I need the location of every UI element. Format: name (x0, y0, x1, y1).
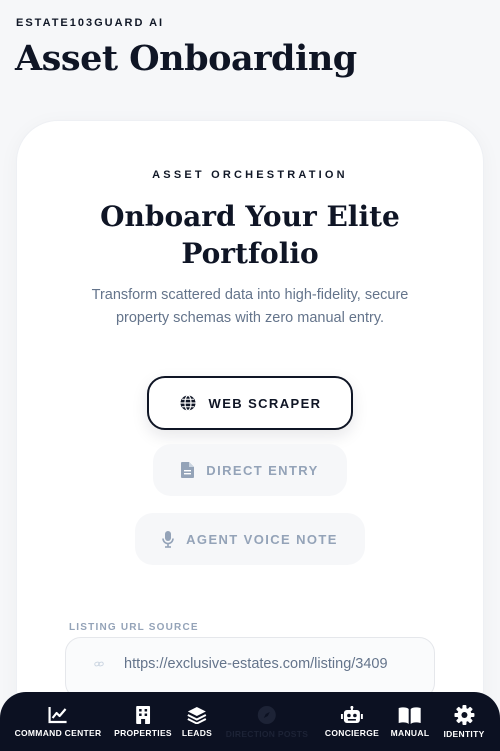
nav-item-direction-posts[interactable]: DIRECTION POSTS (226, 692, 308, 751)
nav-item-leads[interactable]: LEADS (182, 692, 212, 751)
card-headline: Onboard Your Elite Portfolio (100, 200, 400, 270)
nav-item-properties[interactable]: PROPERTIES (114, 692, 172, 751)
page-title: Asset Onboarding (15, 38, 357, 79)
section-eyebrow: ASSET ORCHESTRATION (152, 169, 348, 181)
nav-item-manual[interactable]: MANUAL (391, 692, 430, 751)
microphone-icon (162, 530, 174, 548)
link-icon (94, 661, 104, 667)
globe-icon (180, 394, 196, 412)
nav-item-concierge[interactable]: CONCIERGE (325, 692, 379, 751)
building-icon (135, 705, 150, 724)
nav-label: COMMAND CENTER (14, 727, 102, 738)
listing-url-label: LISTING URL SOURCE (69, 622, 199, 633)
gear-icon (454, 704, 474, 725)
nav-label: CONCIERGE (324, 727, 380, 738)
web-scraper-label: WEB SCRAPER (208, 395, 322, 411)
nav-label: PROPERTIES (114, 727, 172, 738)
nav-label: IDENTITY (443, 728, 485, 739)
agent-voice-note-label: AGENT VOICE NOTE (186, 531, 338, 547)
direct-entry-button[interactable]: DIRECT ENTRY (153, 444, 347, 496)
listing-url-input[interactable] (124, 656, 424, 680)
card-subtitle: Transform scattered data into high-fidel… (91, 287, 409, 326)
nav-label: MANUAL (390, 727, 430, 738)
nav-item-command-center[interactable]: COMMAND CENTER (15, 692, 102, 751)
robot-icon (341, 705, 363, 723)
nav-label: LEADS (181, 727, 213, 738)
nav-item-identity[interactable]: IDENTITY (443, 692, 484, 751)
agent-voice-note-button[interactable]: AGENT VOICE NOTE (135, 513, 365, 565)
direct-entry-label: DIRECT ENTRY (206, 462, 319, 478)
nav-label: DIRECTION POSTS (225, 728, 309, 739)
document-icon (181, 462, 195, 478)
layers-icon (187, 706, 207, 724)
brand-name: ESTATE103GUARD AI (16, 17, 165, 29)
chart-line-icon (48, 706, 67, 723)
book-icon (398, 706, 421, 724)
web-scraper-button[interactable]: WEB SCRAPER (147, 376, 353, 430)
bottom-navigation: COMMAND CENTER PROPERTIES LEADS DIRECTIO… (0, 692, 500, 751)
listing-url-field[interactable] (65, 637, 435, 699)
compass-icon (258, 705, 276, 724)
